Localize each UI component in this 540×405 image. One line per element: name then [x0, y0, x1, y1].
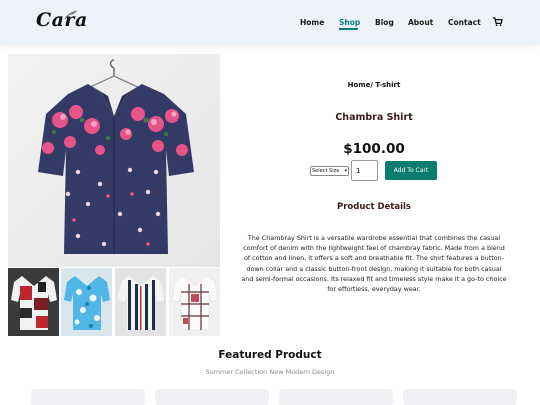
- quantity-input[interactable]: 1: [351, 160, 378, 181]
- product-card[interactable]: [155, 389, 269, 405]
- logo[interactable]: Cara: [36, 9, 88, 31]
- nav-contact[interactable]: Contact: [448, 18, 481, 27]
- featured-title: Featured Product: [218, 349, 322, 361]
- add-to-cart-label: Add To Cart: [393, 167, 429, 174]
- product-price: $100.00: [343, 141, 405, 157]
- thumbnail-shirt-3-image: [115, 268, 166, 336]
- product-title: Chambra Shirt: [335, 112, 413, 123]
- featured-subtitle: Summer Collection New Modern Design: [205, 368, 335, 376]
- chevron-down-icon: ▾: [344, 168, 347, 174]
- main-product-image: [8, 54, 220, 267]
- product-card[interactable]: [279, 389, 393, 405]
- leaf-icon: [64, 10, 78, 20]
- thumbnail-1[interactable]: [8, 268, 59, 336]
- add-to-cart-button[interactable]: Add To Cart: [385, 161, 437, 180]
- nav-blog[interactable]: Blog: [375, 18, 394, 27]
- size-select-value: Select Size: [312, 168, 340, 174]
- quantity-value: 1: [356, 166, 361, 175]
- breadcrumb: Home/ T-shirt: [347, 81, 401, 89]
- nav-active-underline: [339, 28, 358, 30]
- site-header: Cara Home Shop Blog About Contact: [0, 0, 540, 45]
- thumbnail-shirt-2-image: [61, 268, 112, 336]
- product-page: Cara Home Shop Blog About Contact Home/ …: [0, 0, 540, 405]
- shirt-image: [8, 54, 220, 267]
- thumbnail-2[interactable]: [61, 268, 112, 336]
- thumbnail-shirt-4-image: [169, 268, 220, 336]
- thumbnail-4[interactable]: [169, 268, 220, 336]
- nav-shop[interactable]: Shop: [339, 18, 360, 27]
- product-card[interactable]: [31, 389, 145, 405]
- nav-about[interactable]: About: [408, 18, 433, 27]
- cart-icon[interactable]: [492, 16, 503, 27]
- size-select[interactable]: Select Size ▾: [310, 166, 349, 176]
- product-card[interactable]: [403, 389, 517, 405]
- thumbnail-3[interactable]: [115, 268, 166, 336]
- product-description: The Chambray Shirt is a versatile wardro…: [241, 234, 507, 294]
- thumbnail-shirt-1-image: [8, 268, 59, 336]
- nav-home[interactable]: Home: [300, 18, 324, 27]
- product-details-heading: Product Details: [337, 202, 411, 212]
